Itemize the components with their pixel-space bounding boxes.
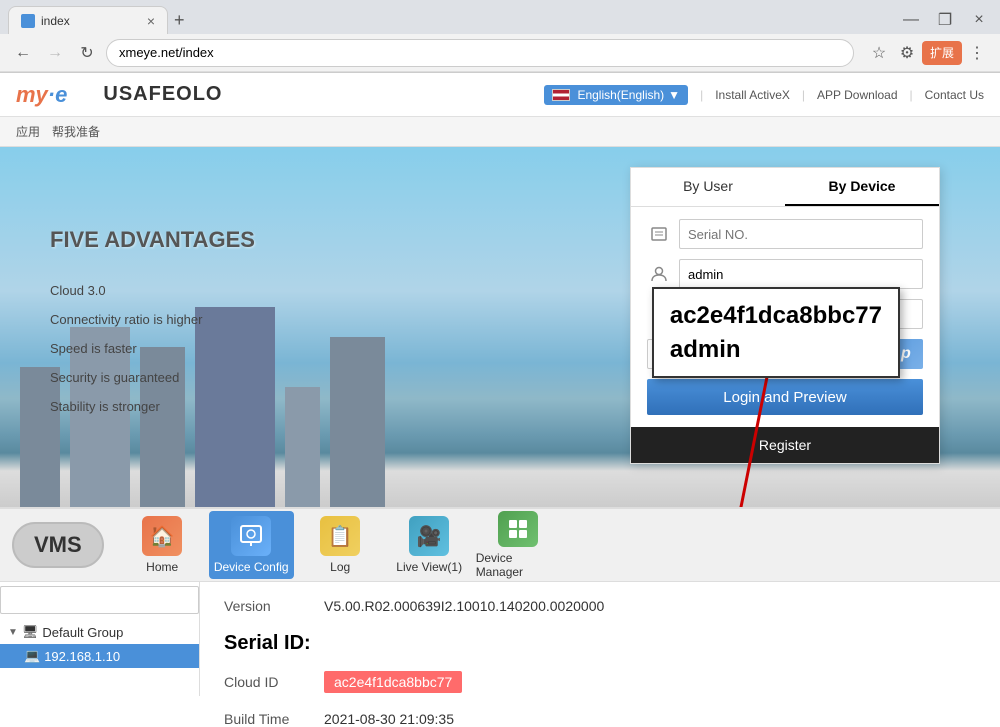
- user-icon: [647, 262, 671, 286]
- content-area: ▼ 🖥 Default Group 💻 192.168.1.10 Version…: [0, 582, 1000, 696]
- version-value: V5.00.R02.000639I2.10010.140200.0020000: [324, 598, 604, 614]
- second-nav: 应用 帮我准备: [0, 117, 1000, 147]
- hero-advantages: Cloud 3.0 Connectivity ratio is higher S…: [50, 283, 255, 414]
- menu-btn[interactable]: ⋮: [964, 40, 990, 66]
- hero-text: FIVE ADVANTAGES Cloud 3.0 Connectivity r…: [50, 227, 255, 414]
- top-nav-right: English(English) ▼ | Install ActiveX | A…: [544, 85, 984, 105]
- panel-tabs: By User By Device: [631, 168, 939, 207]
- toolbar-device-manager[interactable]: Device Manager: [476, 511, 561, 579]
- browser-controls: ← → ↻ ☆ ⚙ 扩展 ⋮: [0, 34, 1000, 72]
- tab-close-btn[interactable]: ×: [147, 13, 155, 29]
- serial-no-input[interactable]: [679, 219, 923, 249]
- cloud-id-value: ac2e4f1dca8bbc77: [324, 671, 462, 693]
- username-row: [647, 259, 923, 289]
- login-preview-btn[interactable]: Login and Preview: [647, 379, 923, 415]
- tab-favicon: [21, 14, 35, 28]
- build-time-row: Build Time 2021-08-30 21:09:35: [224, 711, 976, 727]
- apps-label: 应用: [16, 123, 40, 140]
- extensions-btn[interactable]: ⚙: [894, 40, 920, 66]
- contact-us-link[interactable]: Contact Us: [925, 88, 984, 102]
- forward-btn[interactable]: →: [42, 40, 68, 66]
- device-manager-label: Device Manager: [476, 551, 561, 579]
- browser-chrome: index × + — ❐ × ← → ↻ ☆ ⚙ 扩展 ⋮: [0, 0, 1000, 73]
- browser-actions: ☆ ⚙ 扩展 ⋮: [866, 40, 990, 66]
- build-time-label: Build Time: [224, 711, 324, 727]
- annotation-box: ac2e4f1dca8bbc77 admin: [652, 287, 900, 378]
- lang-label: English(English): [577, 88, 664, 102]
- new-tab-btn[interactable]: +: [174, 11, 185, 29]
- build-time-value: 2021-08-30 21:09:35: [324, 711, 454, 727]
- tab-by-device[interactable]: By Device: [785, 168, 939, 206]
- serial-icon: [647, 222, 671, 246]
- advantage-2: Connectivity ratio is higher: [50, 312, 255, 327]
- tab-title: index: [41, 14, 70, 28]
- username-input[interactable]: [679, 259, 923, 289]
- building-6: [330, 337, 385, 507]
- logo-text: my·e: [16, 82, 67, 108]
- advantage-5: Stability is stronger: [50, 399, 255, 414]
- star-btn[interactable]: ☆: [866, 40, 892, 66]
- browser-tab[interactable]: index ×: [8, 6, 168, 34]
- sidebar: ▼ 🖥 Default Group 💻 192.168.1.10: [0, 582, 200, 696]
- toolbar-device-config[interactable]: Device Config: [209, 511, 294, 579]
- lang-chevron: ▼: [668, 88, 680, 102]
- hero-section: FIVE ADVANTAGES Cloud 3.0 Connectivity r…: [0, 147, 1000, 507]
- sidebar-search[interactable]: [0, 586, 199, 614]
- back-btn[interactable]: ←: [10, 40, 36, 66]
- tab-bar: index × + — ❐ ×: [0, 0, 1000, 34]
- advantage-4: Security is guaranteed: [50, 370, 255, 385]
- toolbar-live-view[interactable]: 🎥 Live View(1): [387, 511, 472, 579]
- cloud-id-label: Cloud ID: [224, 674, 324, 690]
- annotation-line2: admin: [670, 333, 882, 367]
- tab-by-user[interactable]: By User: [631, 168, 785, 206]
- lang-selector[interactable]: English(English) ▼: [544, 85, 688, 105]
- live-view-icon: 🎥: [409, 516, 449, 556]
- toolbar-home[interactable]: 🏠 Home: [120, 511, 205, 579]
- live-view-label: Live View(1): [396, 560, 462, 574]
- toolbar-log[interactable]: 📋 Log: [298, 511, 383, 579]
- chevron-icon: ▼: [8, 627, 18, 638]
- building-5: [285, 387, 320, 507]
- serial-row: [647, 219, 923, 249]
- bottom-toolbar: VMS 🏠 Home Device Config 📋 Log 🎥 Live Vi…: [0, 507, 1000, 582]
- device-config-icon: [231, 516, 271, 556]
- log-label: Log: [330, 560, 350, 574]
- advantage-1: Cloud 3.0: [50, 283, 255, 298]
- device-manager-icon: [498, 511, 538, 547]
- tree-device[interactable]: 💻 192.168.1.10: [0, 644, 199, 668]
- page-content: my·e USAFEOLO English(English) ▼ | Insta…: [0, 73, 1000, 696]
- advantage-3: Speed is faster: [50, 341, 255, 356]
- refresh-btn[interactable]: ↻: [74, 40, 100, 66]
- annotation-line1: ac2e4f1dca8bbc77: [670, 299, 882, 333]
- group-icon: 🖥: [22, 624, 39, 640]
- device-config-label: Device Config: [214, 560, 289, 574]
- home-label: Home: [146, 560, 178, 574]
- main-content: Version V5.00.R02.000639I2.10010.140200.…: [200, 582, 1000, 696]
- minimize-btn[interactable]: —: [898, 7, 924, 33]
- hero-headline: FIVE ADVANTAGES: [50, 227, 255, 253]
- device-icon: 💻: [24, 648, 40, 664]
- close-window-btn[interactable]: ×: [966, 7, 992, 33]
- install-activex-link[interactable]: Install ActiveX: [715, 88, 790, 102]
- register-bar[interactable]: Register: [631, 427, 939, 463]
- device-ip: 192.168.1.10: [44, 649, 120, 664]
- vms-button[interactable]: VMS: [12, 522, 104, 568]
- top-nav: my·e USAFEOLO English(English) ▼ | Insta…: [0, 73, 1000, 117]
- ext-button[interactable]: 扩展: [922, 41, 962, 65]
- log-icon: 📋: [320, 516, 360, 556]
- site-title: USAFEOLO: [103, 83, 222, 106]
- home-icon: 🏠: [142, 516, 182, 556]
- version-row: Version V5.00.R02.000639I2.10010.140200.…: [224, 598, 976, 614]
- serial-id-label: Serial ID:: [224, 632, 976, 655]
- cloud-id-row: Cloud ID ac2e4f1dca8bbc77: [224, 671, 976, 693]
- bookmark-label: 帮我准备: [52, 123, 100, 140]
- flag-icon: [552, 89, 570, 101]
- app-download-link[interactable]: APP Download: [817, 88, 898, 102]
- tree-group[interactable]: ▼ 🖥 Default Group: [0, 620, 199, 644]
- group-name: Default Group: [42, 625, 123, 640]
- logo: my·e: [16, 82, 67, 108]
- address-bar[interactable]: [106, 39, 854, 67]
- version-label: Version: [224, 598, 324, 614]
- restore-btn[interactable]: ❐: [932, 7, 958, 33]
